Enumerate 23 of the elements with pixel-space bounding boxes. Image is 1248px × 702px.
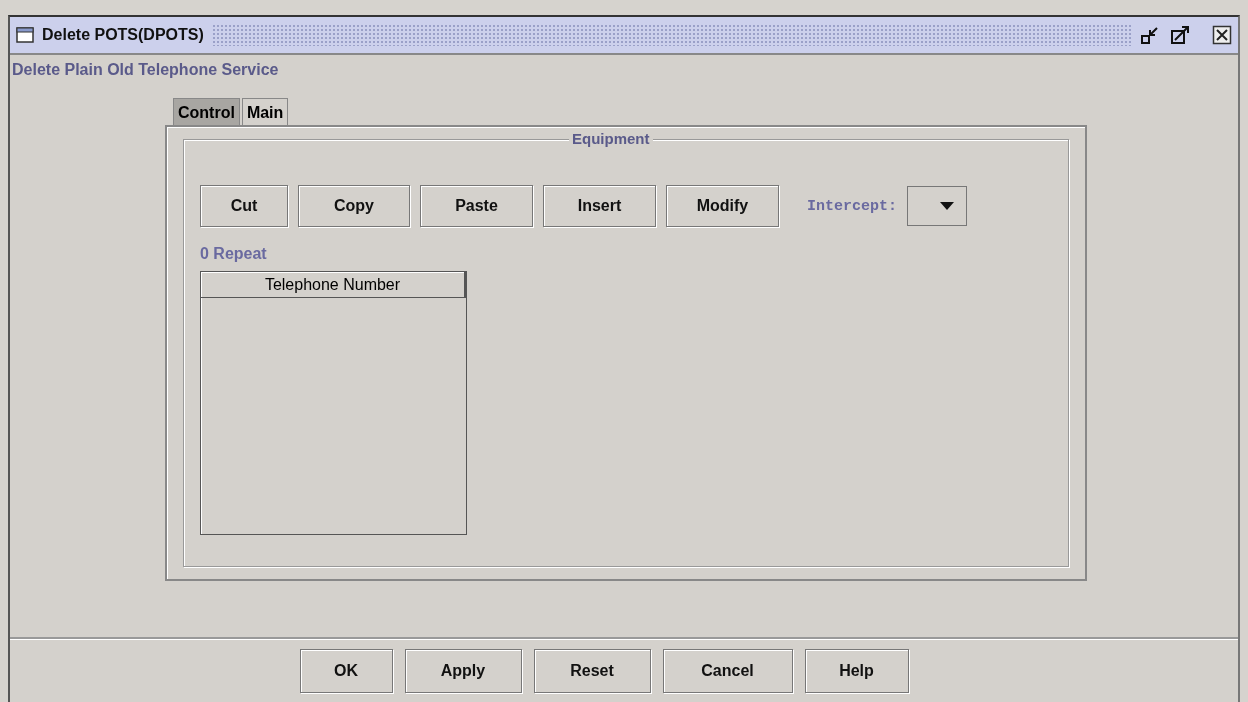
toolbar-button[interactable]: Modify — [666, 185, 779, 227]
dialog-button[interactable]: Apply — [404, 649, 522, 693]
toolbar-button[interactable]: Insert — [543, 185, 656, 227]
toolbar-button[interactable]: Paste — [420, 185, 533, 227]
toolbar-button[interactable]: Cut — [200, 185, 288, 227]
dialog-button[interactable]: Help — [804, 649, 909, 693]
close-icon[interactable] — [1212, 25, 1232, 45]
dialog-button[interactable]: Cancel — [662, 649, 793, 693]
column-header[interactable]: Telephone Number — [201, 272, 466, 298]
repeat-count: 0 Repeat — [200, 245, 268, 263]
dialog-button[interactable]: Reset — [533, 649, 651, 693]
window-icon — [16, 27, 34, 43]
intercept-label: Intercept: — [807, 197, 897, 215]
tab[interactable]: Control — [173, 98, 240, 125]
toolbar-button[interactable]: Copy — [298, 185, 410, 227]
form-subtitle: Delete Plain Old Telephone Service — [11, 60, 280, 79]
caret-icon — [940, 202, 954, 210]
group-title: Equipment — [569, 130, 653, 147]
tab[interactable]: Main — [241, 98, 289, 125]
window-title: Delete POTS(DPOTS) — [42, 26, 204, 44]
maximize-icon[interactable] — [1170, 25, 1192, 45]
dialog-button[interactable]: OK — [299, 649, 393, 693]
intercept-dropdown[interactable] — [907, 186, 967, 226]
